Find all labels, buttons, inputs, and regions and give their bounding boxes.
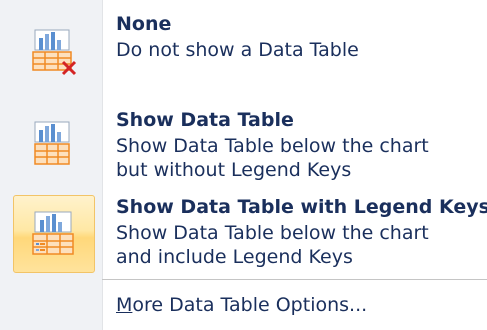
menu-item-description-line: Do not show a Data Table [116, 39, 359, 61]
data-table-legend-keys-icon [32, 211, 74, 255]
menu-item-description: Show Data Table below the chart and incl… [116, 221, 429, 269]
data-table-dropdown-menu: None Do not show a Data Table Show Data … [0, 0, 487, 330]
menu-item-description-line: Show Data Table below the chart [116, 222, 429, 244]
more-options-label: More Data Table Options... [116, 293, 367, 317]
menu-item-title: Show Data Table with Legend Keys [116, 196, 487, 218]
menu-item-title: None [116, 13, 172, 35]
menu-item-none[interactable]: None Do not show a Data Table [0, 0, 487, 96]
menu-item-show-data-table[interactable]: Show Data Table Show Data Table below th… [0, 96, 487, 190]
menu-item-description: Do not show a Data Table [116, 38, 359, 62]
accelerator-key: M [116, 294, 133, 316]
more-data-table-options-item[interactable]: More Data Table Options... [0, 281, 487, 330]
menu-item-description-line: and include Legend Keys [116, 246, 353, 268]
menu-item-description-line: but without Legend Keys [116, 159, 352, 181]
more-options-label-rest: ore Data Table Options... [132, 294, 368, 316]
data-table-none-icon [32, 29, 77, 76]
menu-item-title: Show Data Table [116, 109, 294, 131]
menu-item-show-data-table-legend-keys[interactable]: Show Data Table with Legend Keys Show Da… [0, 190, 487, 278]
menu-item-description-line: Show Data Table below the chart [116, 135, 429, 157]
menu-separator [102, 279, 487, 280]
menu-item-description: Show Data Table below the chart but with… [116, 134, 429, 182]
data-table-icon [34, 121, 70, 165]
